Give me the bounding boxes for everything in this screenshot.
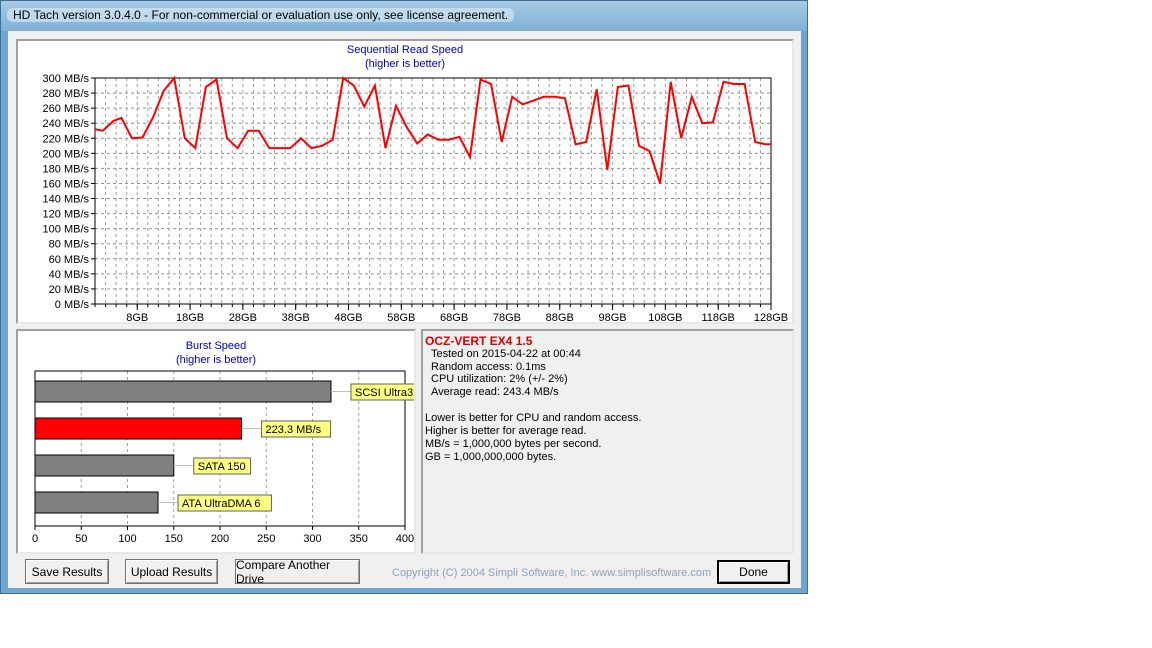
burst-tick-label: 0 bbox=[32, 533, 38, 545]
window-title: HD Tach version 3.0.4.0 - For non-commer… bbox=[7, 8, 515, 22]
burst-bar bbox=[34, 417, 243, 440]
burst-label: SATA 150 bbox=[198, 461, 246, 473]
compare-another-drive-button[interactable]: Compare Another Drive bbox=[235, 558, 360, 586]
sequential-read-chart: 0 MB/s 20 MB/s 40 MB/s 60 MB/s 80 MB/s 100 MB… bbox=[43, 73, 789, 322]
y-tick-label: 120 MB/s bbox=[43, 209, 90, 221]
x-tick-label: 88GB bbox=[546, 312, 574, 322]
y-tick-label: 40 MB/s bbox=[49, 269, 90, 281]
burst-bar bbox=[34, 454, 175, 477]
client-area: Sequential Read Speed (higher is better)… bbox=[8, 31, 801, 588]
y-tick-label: 260 MB/s bbox=[43, 103, 90, 115]
burst-tick-label: 100 bbox=[118, 533, 136, 545]
x-tick-label: 118GB bbox=[701, 312, 734, 322]
read-speed-line bbox=[94, 75, 771, 184]
y-tick-label: 160 MB/s bbox=[43, 178, 90, 190]
y-tick-label: 200 MB/s bbox=[43, 148, 90, 160]
burst-tick-label: 300 bbox=[303, 533, 321, 545]
burst-label: 223.3 MB/s bbox=[266, 424, 322, 436]
y-tick-label: 220 MB/s bbox=[43, 133, 90, 145]
x-tick-label: 128GB bbox=[754, 312, 788, 322]
title-bar[interactable]: HD Tach version 3.0.4.0 - For non-commer… bbox=[1, 1, 807, 31]
x-tick-label: 38GB bbox=[282, 312, 310, 322]
x-tick-label: 48GB bbox=[334, 312, 362, 322]
y-tick-label: 140 MB/s bbox=[43, 194, 90, 206]
drive-info-panel: OCZ-VERT EX4 1.5 Tested on 2015-04-22 at… bbox=[421, 329, 794, 554]
hdtach-window: HD Tach version 3.0.4.0 - For non-commer… bbox=[0, 0, 808, 594]
y-tick-label: 60 MB/s bbox=[49, 254, 90, 266]
random-access: Random access: 0.1ms bbox=[431, 360, 546, 373]
burst-tick-label: 150 bbox=[165, 533, 183, 545]
burst-tick-label: 50 bbox=[75, 533, 87, 545]
drive-name: OCZ-VERT EX4 1.5 bbox=[425, 334, 533, 348]
test-details: Tested on 2015-04-22 at 00:44 Random acc… bbox=[431, 348, 581, 398]
note-line: MB/s = 1,000,000 bytes per second. bbox=[425, 438, 602, 450]
x-tick-label: 68GB bbox=[440, 312, 468, 322]
y-tick-label: 300 MB/s bbox=[43, 73, 90, 85]
cpu-utilization: CPU utilization: 2% (+/- 2%) bbox=[431, 373, 568, 385]
x-tick-label: 28GB bbox=[229, 312, 257, 322]
x-tick-label: 98GB bbox=[598, 312, 626, 322]
y-tick-label: 280 MB/s bbox=[43, 88, 90, 100]
y-tick-label: 0 MB/s bbox=[55, 299, 90, 311]
y-tick-label: 240 MB/s bbox=[43, 118, 90, 130]
burst-tick-label: 350 bbox=[350, 533, 368, 545]
y-tick-label: 20 MB/s bbox=[49, 284, 90, 296]
burst-bar bbox=[34, 491, 159, 514]
x-tick-label: 8GB bbox=[126, 312, 148, 322]
y-tick-label: 100 MB/s bbox=[43, 224, 90, 236]
save-results-button[interactable]: Save Results bbox=[25, 559, 109, 584]
test-date: Tested on 2015-04-22 at 00:44 bbox=[431, 348, 581, 360]
x-tick-label: 58GB bbox=[387, 312, 415, 322]
upload-results-button[interactable]: Upload Results bbox=[125, 559, 218, 584]
burst-tick-label: 400 bbox=[396, 533, 414, 545]
burst-tick-label: 200 bbox=[211, 533, 229, 545]
burst-bar bbox=[34, 380, 332, 403]
sequential-read-panel: Sequential Read Speed (higher is better)… bbox=[16, 39, 794, 324]
note-line: GB = 1,000,000,000 bytes. bbox=[425, 451, 557, 463]
note-line: Higher is better for average read. bbox=[425, 425, 587, 437]
burst-label: ATA UltraDMA 6 bbox=[182, 498, 260, 510]
burst-speed-chart: 0 50 100 150 200 250 300 350 400 SCSI Ultra320 223… bbox=[32, 370, 414, 545]
burst-label: SCSI Ultra320 bbox=[355, 387, 414, 399]
y-tick-label: 180 MB/s bbox=[43, 163, 90, 175]
burst-speed-panel: Burst Speed (higher is better) 0 50 100 150… bbox=[16, 329, 416, 554]
x-tick-label: 108GB bbox=[648, 312, 682, 322]
average-read: Average read: 243.4 MB/s bbox=[431, 385, 559, 398]
burst-tick-label: 250 bbox=[257, 533, 275, 545]
x-tick-label: 18GB bbox=[176, 312, 204, 322]
note-line: Lower is better for CPU and random acces… bbox=[425, 412, 642, 424]
notes: Lower is better for CPU and random acces… bbox=[425, 412, 641, 464]
y-tick-label: 80 MB/s bbox=[49, 239, 90, 251]
x-tick-label: 78GB bbox=[493, 312, 521, 322]
done-button[interactable]: Done bbox=[717, 560, 790, 584]
copyright-text: Copyright (C) 2004 Simpli Software, Inc.… bbox=[392, 567, 712, 579]
